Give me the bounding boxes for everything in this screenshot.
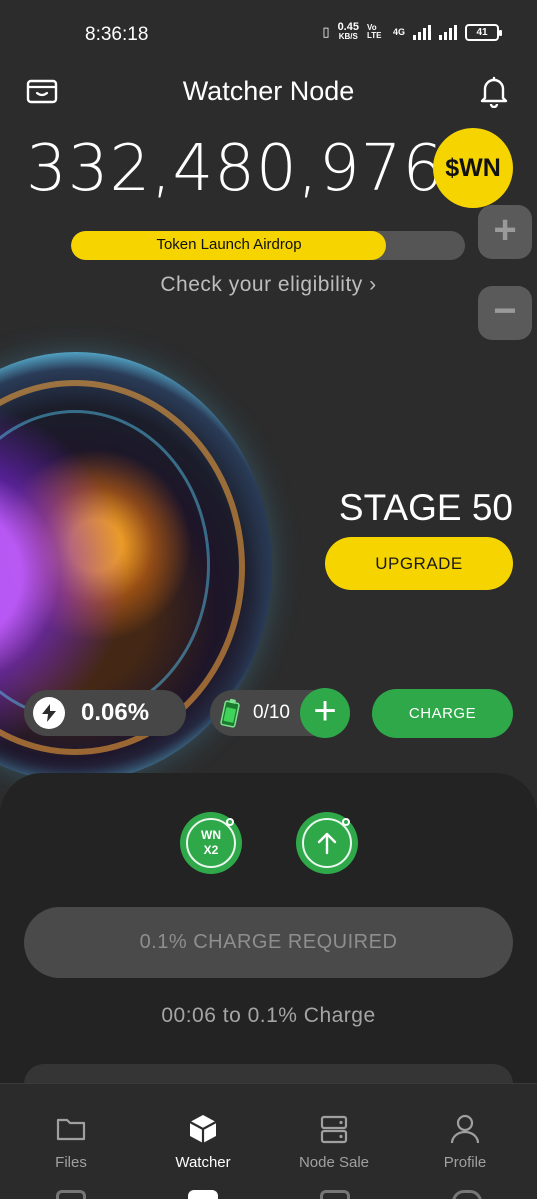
nav-item-files[interactable]: Files: [4, 1112, 138, 1171]
nav-item-node-sale[interactable]: Node Sale: [267, 1112, 401, 1171]
charge-required-button[interactable]: 0.1% CHARGE REQUIRED: [24, 907, 513, 978]
nav-item-profile[interactable]: Profile: [398, 1112, 532, 1171]
upgrade-button[interactable]: UPGRADE: [325, 537, 513, 590]
airdrop-label: Token Launch Airdrop: [156, 236, 302, 253]
bell-icon[interactable]: [479, 74, 509, 108]
user-icon: [450, 1114, 480, 1144]
boost-up-button[interactable]: [296, 812, 358, 874]
server-icon: [320, 1115, 348, 1144]
battery-level: 41: [476, 26, 488, 38]
green-battery-icon: [220, 698, 240, 728]
battery-icon: 41: [465, 23, 502, 41]
battery-count-pill: 0/10 +: [210, 688, 350, 738]
signal-icon: [413, 24, 431, 40]
bolt-icon: [33, 697, 65, 729]
status-indicators: ▯ 0.45 KB/S Vo LTE 4G 41: [322, 22, 502, 42]
folder-icon: [56, 1118, 86, 1141]
nav-label-node-sale: Node Sale: [298, 1154, 370, 1171]
status-bar: 8:36:18 ▯ 0.45 KB/S Vo LTE 4G 41: [0, 0, 537, 70]
vibrate-icon: ▯: [322, 24, 330, 39]
stage-label: STAGE 50: [338, 487, 513, 528]
watcher-screen: 8:36:18 ▯ 0.45 KB/S Vo LTE 4G 41 Watcher…: [0, 0, 537, 1199]
network-speed: 0.45 KB/S: [338, 22, 359, 42]
battery-count: 0/10: [253, 702, 290, 723]
signal-icon-2: [439, 24, 457, 40]
nav-label-files: Files: [55, 1154, 87, 1171]
volte-label: Vo LTE: [366, 23, 382, 40]
check-eligibility-link[interactable]: Check your eligibility ›: [0, 273, 537, 297]
scroll-ghost-folder-icon: [56, 1190, 86, 1199]
wn-x2-multiplier-button[interactable]: WN X2: [180, 812, 242, 874]
boost-rate-value: 0.06%: [81, 699, 150, 726]
token-balance: 332,480,976: [26, 132, 445, 206]
scroll-ghost-server-icon: [320, 1190, 350, 1199]
bottom-nav: Files Watcher Node Sale Profile: [0, 1083, 537, 1199]
zoom-in-button[interactable]: +: [478, 205, 532, 259]
nav-label-watcher: Watcher: [175, 1154, 231, 1171]
charge-button[interactable]: CHARGE: [372, 689, 513, 738]
wn-token-icon[interactable]: $WN: [433, 128, 513, 208]
add-battery-button[interactable]: +: [300, 688, 350, 738]
boost-rate-pill: 0.06%: [24, 690, 186, 736]
status-time: 8:36:18: [85, 24, 149, 45]
nav-item-watcher[interactable]: Watcher: [136, 1112, 270, 1171]
nav-label-profile: Profile: [443, 1154, 487, 1171]
charge-timer: 00:06 to 0.1% Charge: [161, 1004, 376, 1027]
app-header: Watcher Node: [0, 70, 537, 114]
scroll-ghost-cube-icon: [188, 1190, 218, 1199]
cube-icon: [189, 1115, 217, 1143]
network-type: 4G: [392, 27, 405, 37]
multiplier-ring-dot: [226, 818, 234, 826]
boost-up-ring-dot: [342, 818, 350, 826]
speed-unit: KB/S: [338, 32, 358, 41]
page-title: Watcher Node: [182, 76, 355, 106]
speed-value: 0.45: [337, 21, 359, 33]
